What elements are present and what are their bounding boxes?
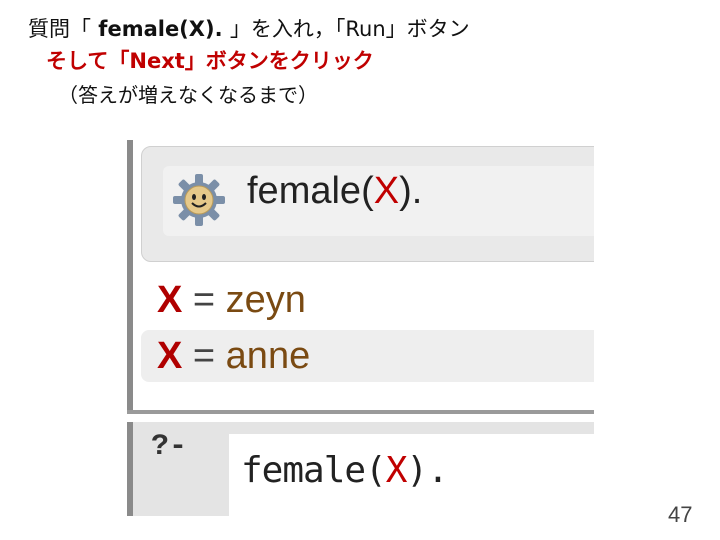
answer-value: zeyn [225,279,306,321]
left-border [127,140,133,420]
instruction-line-1: 質問「 female(X). 」を入れ，「Run」ボタン [28,16,470,42]
instruction-prefix: 質問「 [28,17,91,41]
answer-value: anne [225,335,311,377]
query-variable: X [373,170,400,212]
instruction-suffix: 」を入れ，「Run」ボタン [229,17,470,41]
swish-screenshot: female(X). X = zeyn X = anne ?- female(X… [127,140,594,516]
answer-variable: X [157,335,183,377]
prolog-prompt: ?- [151,430,188,464]
answer-row: X = zeyn [141,274,594,326]
query-text: female(X). [247,170,422,213]
query-input-area: ?- female(X). [127,422,594,516]
query-name: female [247,170,362,212]
query-editor[interactable]: female(X). [229,434,594,516]
gear-smiley-icon [173,174,225,226]
query-close: ). [399,170,423,212]
instruction-query: female(X). [91,17,230,41]
input-open-paren: ( [365,450,387,491]
instruction-line-2: そして「Next」ボタンをクリック [46,49,374,73]
answer-variable: X [157,279,183,321]
answer-equals: = [182,279,226,321]
query-open-paren: ( [361,170,374,212]
input-variable: X [385,450,408,491]
query-editor-text[interactable]: female(X). [241,450,449,491]
input-name: female [241,450,366,491]
answer-row: X = anne [141,330,594,382]
instruction-line-3: （答えが増えなくなるまで） [58,83,318,107]
answer-equals: = [182,335,226,377]
left-border [127,422,133,516]
page-number: 47 [668,502,693,527]
input-close: ). [406,450,448,491]
